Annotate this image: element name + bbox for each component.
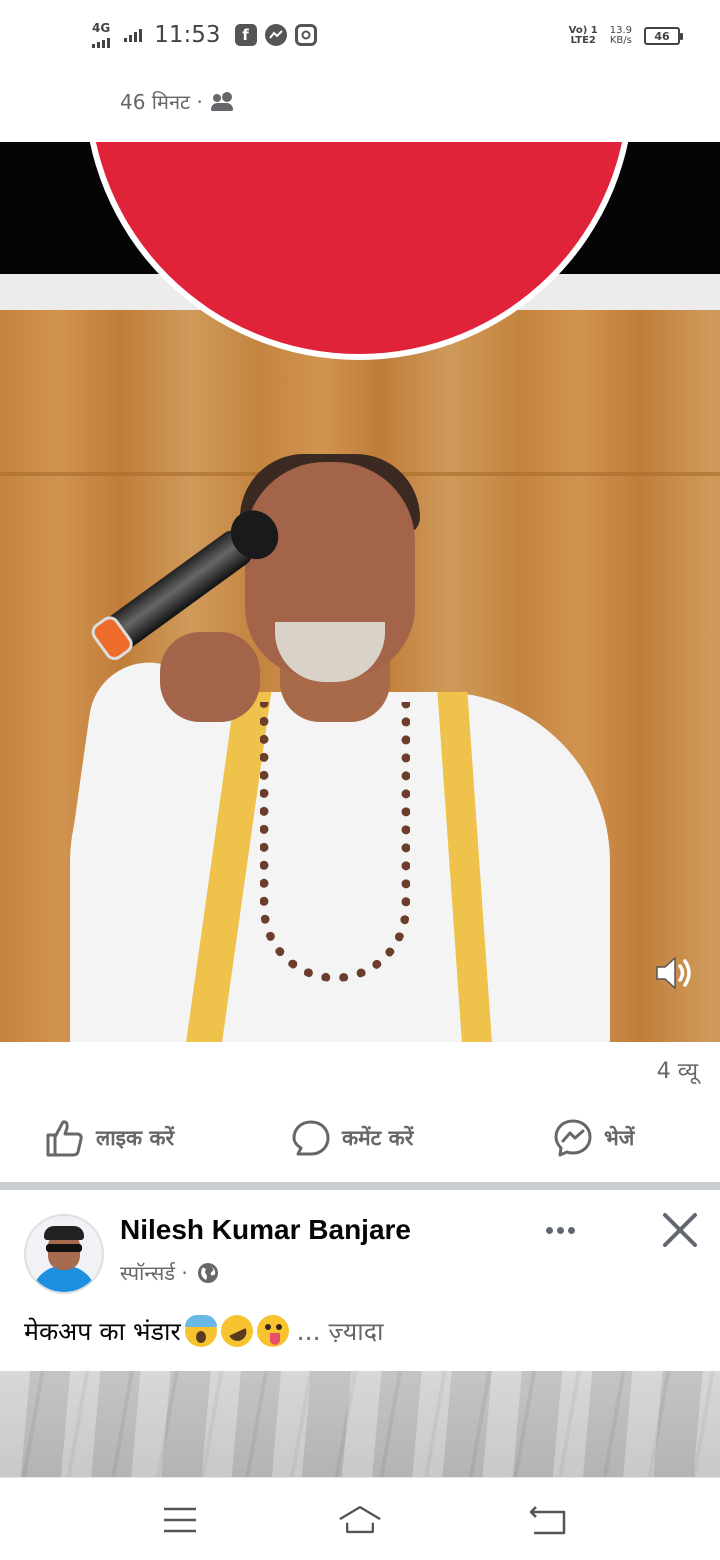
winking-tongue-emoji: [256, 1315, 289, 1347]
more-dot: [556, 1226, 564, 1234]
friends-icon: [210, 92, 235, 112]
more-options-button[interactable]: [538, 1212, 582, 1248]
status-left: 4G 11:53 f: [92, 22, 317, 48]
post-text: मेकअप का भंडार ... ज़्यादा: [24, 1309, 384, 1353]
signal-bars-icon: [124, 28, 143, 42]
post-text-body: मेकअप का भंडार: [24, 1317, 181, 1346]
network-type: 4G: [92, 21, 111, 35]
person-beads: [260, 702, 410, 982]
rolling-on-floor-laughing-emoji: [215, 1309, 258, 1353]
comment-label: कमेंट करें: [342, 1126, 414, 1150]
home-icon: [339, 1506, 381, 1534]
navigation-bar: [0, 1477, 720, 1560]
battery-icon: 46: [644, 27, 683, 45]
like-icon: [46, 1120, 83, 1157]
post-meta: 46 मिनट ·: [120, 88, 235, 115]
instagram-icon: [294, 24, 317, 46]
like-label: लाइक करें: [96, 1126, 175, 1150]
network-speed: 13.9 KB/s: [610, 26, 632, 46]
signal-1: 4G: [92, 22, 110, 48]
clock: 11:53: [154, 22, 221, 48]
see-more-link[interactable]: ... ज़्यादा: [297, 1314, 384, 1348]
speed-unit: KB/s: [609, 35, 632, 46]
volte-bottom: LTE2: [570, 35, 596, 46]
post-actions: लाइक करें कमेंट करें भेजें: [0, 1106, 720, 1170]
avatar-shirt: [32, 1266, 96, 1292]
signal-bars-icon: [92, 34, 110, 48]
author-name[interactable]: Nilesh Kumar Banjare: [120, 1214, 411, 1246]
close-button[interactable]: [660, 1210, 700, 1250]
avatar-headband: [44, 1226, 84, 1240]
sponsored-label[interactable]: स्पॉन्सर्ड ·: [120, 1259, 188, 1286]
messenger-icon: [264, 24, 287, 46]
globe-icon: [197, 1262, 218, 1283]
volte-indicator: Vo) 1 LTE2: [569, 26, 598, 46]
more-dot: [567, 1226, 575, 1234]
status-bar: 4G 11:53 f Vo) 1 LTE2 13.9 KB/s 46: [0, 0, 720, 70]
face-screaming-emoji: [184, 1315, 217, 1347]
more-dot: [545, 1226, 553, 1234]
messenger-icon: [554, 1119, 592, 1157]
sponsored-image[interactable]: [0, 1371, 720, 1477]
speaker-icon[interactable]: [654, 952, 696, 994]
post-time: 46 मिनट ·: [120, 90, 203, 114]
facebook-icon: f: [234, 24, 257, 46]
video-player[interactable]: [0, 142, 720, 1042]
person-hand: [160, 632, 260, 722]
avatar[interactable]: [24, 1214, 104, 1294]
close-icon: [663, 1213, 697, 1247]
menu-button[interactable]: [158, 1498, 202, 1542]
avatar-glasses: [46, 1244, 82, 1252]
back-icon: [529, 1506, 566, 1535]
home-button[interactable]: [338, 1498, 382, 1542]
status-right: Vo) 1 LTE2 13.9 KB/s 46: [569, 26, 683, 46]
back-button[interactable]: [526, 1498, 570, 1542]
send-button[interactable]: भेजें: [552, 1106, 634, 1170]
comment-button[interactable]: कमेंट करें: [290, 1106, 413, 1170]
speaker-person: [30, 454, 650, 1042]
battery-level: 46: [654, 29, 670, 43]
sponsored-meta: स्पॉन्सर्ड ·: [120, 1259, 220, 1286]
view-count: 4 व्यू: [656, 1059, 698, 1084]
like-button[interactable]: लाइक करें: [44, 1106, 174, 1170]
comment-icon: [292, 1120, 330, 1156]
feed-divider: [0, 1182, 720, 1190]
menu-icon: [164, 1507, 196, 1533]
send-label: भेजें: [604, 1126, 635, 1150]
